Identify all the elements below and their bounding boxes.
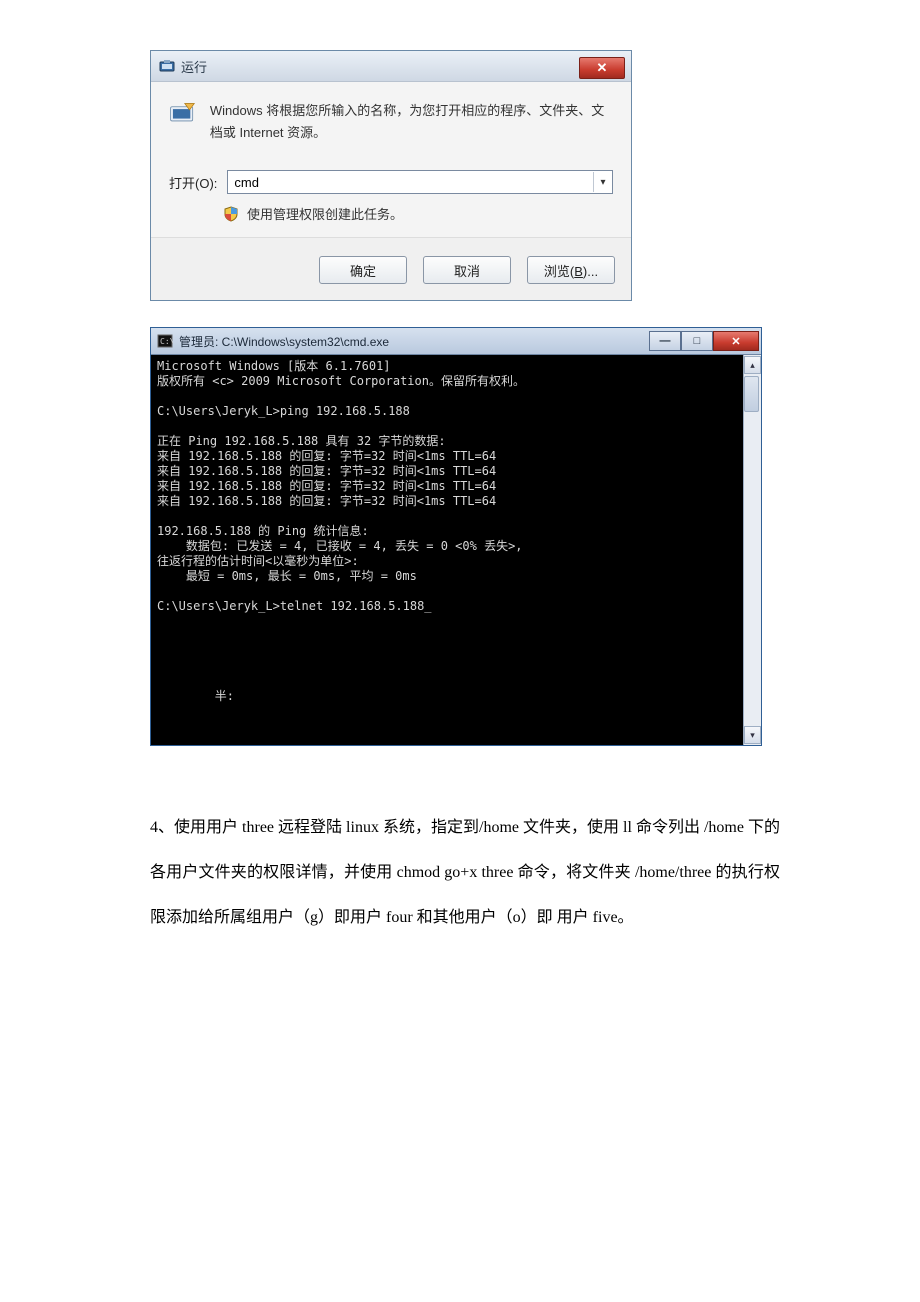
maximize-icon: □ bbox=[694, 335, 701, 347]
cmd-close-button[interactable]: ✕ bbox=[713, 331, 759, 351]
maximize-button[interactable]: □ bbox=[681, 331, 713, 351]
scroll-thumb[interactable] bbox=[744, 376, 759, 412]
browse-button-label: 浏览(B)... bbox=[544, 261, 598, 280]
run-dialog: 运行 ✕ Windows 将根据您所输入的名称，为您打开相应的程序、文件夹、文档… bbox=[150, 50, 632, 301]
cmd-window: C:\ 管理员: C:\Windows\system32\cmd.exe — □… bbox=[150, 327, 762, 746]
ok-button[interactable]: 确定 bbox=[319, 256, 407, 284]
cmd-scrollbar[interactable]: ▴ ▾ bbox=[743, 355, 761, 745]
instruction-paragraph: 4、使用用户 three 远程登陆 linux 系统，指定到/home 文件夹，… bbox=[150, 806, 780, 940]
run-program-icon bbox=[169, 102, 196, 130]
run-titlebar: 运行 ✕ bbox=[151, 51, 631, 82]
ok-button-label: 确定 bbox=[350, 261, 376, 280]
run-admin-note: 使用管理权限创建此任务。 bbox=[247, 204, 403, 223]
close-icon: ✕ bbox=[731, 335, 740, 348]
run-open-label: 打开(O): bbox=[169, 173, 217, 192]
cmd-titlebar: C:\ 管理员: C:\Windows\system32\cmd.exe — □… bbox=[151, 328, 761, 355]
minimize-icon: — bbox=[660, 335, 671, 347]
chevron-up-icon: ▴ bbox=[750, 360, 755, 371]
run-app-icon bbox=[159, 58, 175, 74]
scroll-up-button[interactable]: ▴ bbox=[744, 356, 761, 374]
cmd-title: 管理员: C:\Windows\system32\cmd.exe bbox=[179, 333, 389, 350]
para-line-1: 4、使用用户 three 远程登陆 linux 系统，指定到/home 文件夹，… bbox=[150, 819, 700, 836]
browse-button[interactable]: 浏览(B)... bbox=[527, 256, 615, 284]
run-button-row: 确定 取消 浏览(B)... bbox=[151, 237, 631, 300]
cmd-app-icon: C:\ bbox=[157, 333, 173, 349]
cancel-button[interactable]: 取消 bbox=[423, 256, 511, 284]
chevron-down-icon: ▾ bbox=[750, 730, 755, 741]
svg-text:C:\: C:\ bbox=[160, 337, 173, 346]
run-title: 运行 bbox=[181, 57, 207, 76]
run-description: Windows 将根据您所输入的名称，为您打开相应的程序、文件夹、文档或 Int… bbox=[210, 100, 613, 144]
para-line-4: 用户 five。 bbox=[557, 909, 634, 926]
run-open-combobox[interactable]: ▾ bbox=[227, 170, 613, 194]
cancel-button-label: 取消 bbox=[454, 261, 480, 280]
scroll-down-button[interactable]: ▾ bbox=[744, 726, 761, 744]
shield-icon bbox=[223, 206, 239, 222]
close-icon: ✕ bbox=[597, 60, 608, 76]
cmd-output[interactable]: Microsoft Windows [版本 6.1.7601] 版权所有 <c>… bbox=[151, 355, 743, 745]
dropdown-icon[interactable]: ▾ bbox=[593, 172, 612, 192]
run-close-button[interactable]: ✕ bbox=[579, 57, 625, 79]
minimize-button[interactable]: — bbox=[649, 331, 681, 351]
run-open-input[interactable] bbox=[228, 172, 593, 192]
